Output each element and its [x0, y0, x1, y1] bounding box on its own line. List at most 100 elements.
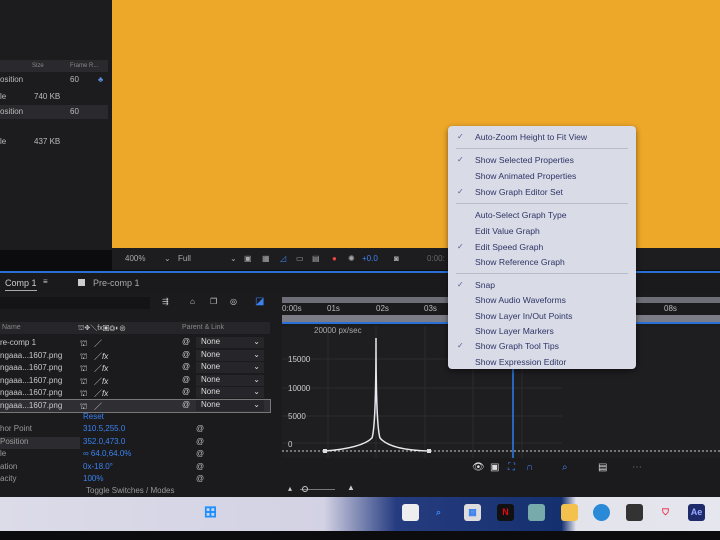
menu-icon[interactable]: ≡ — [43, 277, 48, 286]
project-item[interactable]: osition 60 ♣ — [0, 75, 108, 89]
chatgpt-icon[interactable] — [528, 504, 545, 521]
parent-dropdown[interactable]: None ⌄ — [196, 362, 264, 374]
timecode[interactable]: 0:00: — [427, 254, 445, 263]
edge-icon[interactable] — [593, 504, 610, 521]
frame-blend-icon[interactable]: ❐ — [210, 297, 217, 306]
zoom-in-icon[interactable]: ▲ — [347, 483, 355, 492]
menu-item[interactable]: Show Graph Tool Tips — [475, 341, 559, 351]
menu-item[interactable]: Show Layer In/Out Points — [475, 311, 572, 321]
reset-link[interactable]: Reset — [83, 412, 104, 421]
property-row[interactable]: hor Point 310.5,255.0 @ — [0, 424, 270, 436]
parent-dropdown[interactable]: None ⌄ — [196, 349, 264, 361]
zoom-out-icon[interactable]: ▴ — [288, 484, 292, 493]
keyframe-options-icon[interactable]: ⋯ — [632, 462, 642, 473]
menu-item[interactable]: Edit Value Graph — [475, 226, 540, 236]
file-explorer-icon[interactable] — [561, 504, 578, 521]
after-effects-icon[interactable]: Ae — [688, 504, 705, 521]
fx-icon[interactable]: fx — [102, 364, 108, 373]
property-row[interactable]: ation 0x-18.0° @ — [0, 462, 270, 474]
pick-whip-icon[interactable]: @ — [196, 462, 204, 471]
minecraft-icon[interactable] — [626, 504, 643, 521]
keyframe[interactable] — [323, 449, 327, 453]
guides-icon[interactable]: ▭ — [296, 254, 304, 263]
search-icon[interactable]: ⌕ — [430, 504, 447, 521]
parent-header[interactable]: Parent & Link — [182, 324, 224, 331]
name-header[interactable]: Name — [2, 324, 21, 331]
layer-row[interactable]: ngaaa...1607.png ⛫ ／fx @ None ⌄ — [0, 349, 270, 362]
parent-dropdown[interactable]: None ⌄ — [196, 374, 264, 386]
layer-name[interactable]: ngaaa...1607.png — [0, 351, 62, 360]
channels-icon[interactable]: ● — [332, 254, 337, 263]
layer-name[interactable]: ngaaa...1607.png — [0, 376, 62, 385]
parent-dropdown[interactable]: None ⌄ — [196, 387, 264, 399]
fx-icon[interactable]: fx — [102, 389, 108, 398]
layer-switches[interactable]: ⛫ ／fx — [80, 388, 108, 399]
property-row[interactable]: le ∞ 64.0,64.0% @ — [0, 449, 270, 461]
pick-whip-icon[interactable]: @ — [182, 337, 190, 346]
menu-item[interactable]: Show Selected Properties — [475, 155, 574, 165]
property-value[interactable]: 0x-18.0° — [83, 462, 113, 471]
motion-blur-icon[interactable]: ◎ — [230, 297, 237, 306]
layer-name[interactable]: ngaaa...1607.png — [0, 363, 62, 372]
layer-switches[interactable]: ⛫ ／fx — [80, 351, 108, 362]
flowchart-icon[interactable]: ♣ — [98, 75, 103, 84]
toggle-switches-modes[interactable]: Toggle Switches / Modes — [86, 486, 175, 495]
layer-name[interactable]: re-comp 1 — [0, 338, 36, 347]
layer-name[interactable]: ngaaa...1607.png — [0, 388, 62, 397]
layer-switches[interactable]: ⛫ ／ — [80, 338, 102, 349]
menu-item[interactable]: Show Animated Properties — [475, 171, 576, 181]
pick-whip-icon[interactable]: @ — [196, 474, 204, 483]
fx-icon[interactable]: fx — [102, 377, 108, 386]
project-item[interactable]: osition 60 — [0, 105, 108, 119]
menu-item[interactable]: Show Graph Editor Set — [475, 187, 563, 197]
layer-switches[interactable]: ⛫ ／ — [80, 401, 102, 412]
pick-whip-icon[interactable]: @ — [196, 437, 204, 446]
pick-whip-icon[interactable]: @ — [196, 449, 204, 458]
search-input[interactable] — [0, 297, 150, 309]
menu-item[interactable]: Auto-Select Graph Type — [475, 210, 567, 220]
snap-icon[interactable]: ∩ — [526, 462, 533, 473]
layer-row[interactable]: ngaaa...1607.png ⛫ ／fx @ None ⌄ — [0, 374, 270, 387]
fx-icon[interactable]: fx — [102, 352, 108, 361]
layer-switches[interactable]: ⛫ ／fx — [80, 376, 108, 387]
zoom-dropdown[interactable]: 400% — [125, 254, 145, 263]
pick-whip-icon[interactable]: @ — [182, 387, 190, 396]
keyframe[interactable] — [427, 449, 431, 453]
menu-item[interactable]: Show Expression Editor — [475, 357, 566, 367]
eye-icon[interactable]: 👁 — [472, 462, 485, 473]
menu-item[interactable]: Auto-Zoom Height to Fit View — [475, 132, 587, 142]
property-value[interactable]: 310.5,255.0 — [83, 424, 125, 433]
menu-item[interactable]: Show Reference Graph — [475, 257, 565, 267]
pick-whip-icon[interactable]: @ — [182, 375, 190, 384]
project-item[interactable]: le 437 KB — [0, 137, 108, 151]
property-value[interactable]: 352.0,473.0 — [83, 437, 125, 446]
view-options-icon[interactable]: ▤ — [312, 254, 320, 263]
pick-whip-icon[interactable]: @ — [182, 362, 190, 371]
transform-box-icon[interactable]: ⛶ — [508, 462, 515, 473]
flowchart-icon[interactable]: ⇶ — [162, 297, 169, 306]
parent-dropdown[interactable]: None ⌄ — [196, 400, 264, 411]
layer-switches[interactable]: ⛫ ／fx — [80, 363, 108, 374]
snapshot-icon[interactable]: ◙ — [394, 254, 399, 263]
layer-row[interactable]: ngaaa...1607.png ⛫ ／fx @ None ⌄ — [0, 387, 270, 399]
size-header[interactable]: Size — [32, 63, 44, 69]
pick-whip-icon[interactable]: @ — [182, 350, 190, 359]
transparency-grid-icon[interactable]: ▦ — [262, 254, 270, 263]
task-view-icon[interactable] — [402, 504, 419, 521]
property-row[interactable]: acity 100% @ — [0, 474, 270, 486]
chevron-down-icon[interactable]: ⌄ — [230, 254, 237, 263]
chevron-down-icon[interactable]: ⌄ — [164, 254, 171, 263]
parent-dropdown[interactable]: None ⌄ — [196, 337, 264, 348]
pick-whip-icon[interactable]: @ — [182, 400, 190, 409]
zoom-slider-handle[interactable] — [302, 486, 308, 492]
pick-whip-icon[interactable]: @ — [196, 424, 204, 433]
frame-rate-header[interactable]: Frame R... — [70, 63, 98, 69]
layer-name[interactable]: ngaaa...1607.png — [0, 401, 62, 410]
menu-item[interactable]: Show Audio Waveforms — [475, 295, 566, 305]
property-row[interactable]: Position 352.0,473.0 @ — [0, 436, 270, 449]
property-value[interactable]: 100% — [83, 474, 103, 483]
layer-row[interactable]: ngaaa...1607.png ⛫ ／ @ None ⌄ — [0, 399, 271, 413]
graph-editor-icon[interactable]: ◪ — [255, 296, 264, 307]
netflix-icon[interactable]: N — [497, 504, 514, 521]
color-management-icon[interactable]: ✺ — [348, 254, 355, 263]
